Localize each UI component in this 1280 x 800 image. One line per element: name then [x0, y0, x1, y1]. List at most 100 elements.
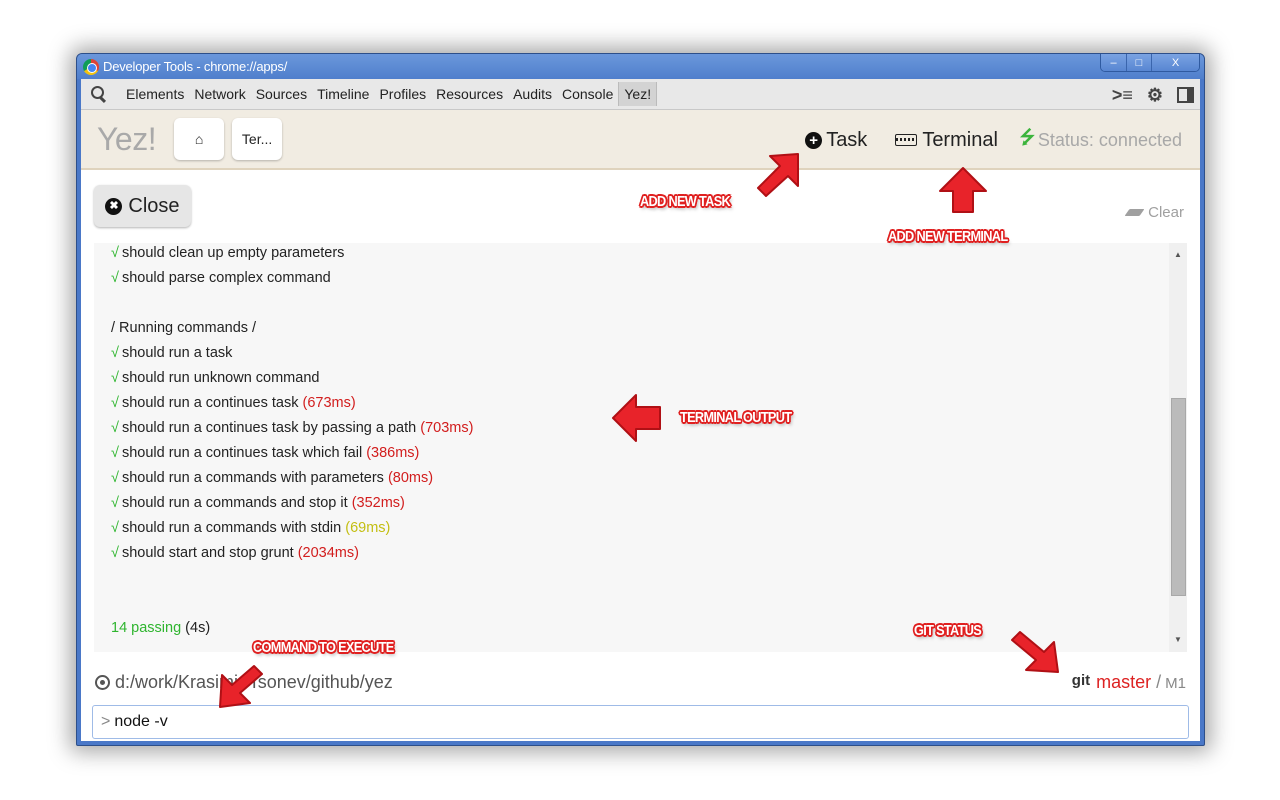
check-icon: √ — [111, 545, 119, 561]
check-icon: √ — [111, 495, 119, 511]
command-arrow-icon — [219, 665, 263, 708]
clear-label: Clear — [1148, 204, 1184, 221]
test-name: should run a commands with stdin — [121, 520, 342, 536]
add-task-arrow-icon — [757, 153, 799, 197]
test-name: should run a continues task by passing a… — [121, 420, 417, 436]
test-pass-line: √ should run a task — [111, 341, 1157, 366]
maximize-button[interactable]: □ — [1126, 54, 1151, 71]
scrollbar-thumb[interactable] — [1171, 398, 1186, 596]
test-name: should run a continues task which fail — [121, 445, 363, 461]
test-name: should parse complex command — [121, 270, 331, 286]
add-task-button[interactable]: + Task — [805, 129, 867, 152]
tab-resources[interactable]: Resources — [431, 82, 508, 106]
annotation-add-new-task: ADD NEW TASK — [640, 193, 731, 210]
git-status-arrow-icon — [1011, 631, 1059, 673]
check-icon: √ — [111, 245, 119, 261]
add-task-label: Task — [826, 128, 868, 151]
minimize-button[interactable]: – — [1101, 54, 1126, 71]
terminal-output-arrow-icon — [612, 394, 661, 442]
test-duration: (673ms) — [302, 395, 356, 411]
minimize-icon: – — [1110, 56, 1117, 69]
console-drawer-icon[interactable]: >≡ — [1112, 86, 1133, 104]
tab-console[interactable]: Console — [557, 82, 618, 106]
total-time: (4s) — [185, 620, 211, 636]
dock-icon[interactable] — [1177, 86, 1194, 103]
keyboard-icon — [895, 134, 918, 146]
gear-icon[interactable]: ⚙ — [1147, 86, 1163, 104]
test-pass-line: √ should run a continues task which fail … — [111, 441, 1157, 466]
test-name: should start and stop grunt — [121, 545, 294, 561]
tab-elements[interactable]: Elements — [121, 82, 189, 106]
title-bar[interactable]: Developer Tools - chrome://apps/ – □ X — [77, 54, 1204, 79]
connection-status: ⭍ Status: connected — [1020, 125, 1182, 155]
breadcrumb-terminal[interactable]: Ter... — [232, 118, 283, 160]
close-terminal-button[interactable]: ✖ Close — [94, 185, 191, 227]
add-terminal-label: Terminal — [922, 128, 998, 151]
clear-button[interactable]: Clear — [1124, 204, 1184, 221]
check-icon: √ — [111, 445, 119, 461]
git-separator: / — [1156, 672, 1162, 692]
search-icon[interactable] — [89, 84, 113, 104]
close-circle-icon: ✖ — [105, 197, 123, 215]
home-icon: ⌂ — [194, 131, 204, 147]
chrome-logo-icon — [83, 58, 99, 75]
tab-timeline[interactable]: Timeline — [312, 82, 374, 106]
git-label: git — [1071, 672, 1091, 689]
header-actions: + Task Terminal ⭍ Status: connected — [777, 110, 1182, 170]
test-pass-line: √ should run a commands with stdin (69ms) — [111, 516, 1157, 541]
annotation-add-new-terminal: ADD NEW TERMINAL — [888, 228, 1008, 245]
close-window-button[interactable]: X — [1151, 54, 1199, 71]
maximize-icon: □ — [1135, 56, 1143, 69]
test-name: should run a commands and stop it — [121, 495, 348, 511]
test-name: should run a continues task — [121, 395, 299, 411]
bolt-icon: ⭍ — [1019, 127, 1035, 147]
test-pass-line: √ should run a commands and stop it (352m… — [111, 491, 1157, 516]
terminal-scrollbar[interactable]: ▲ ▼ — [1169, 243, 1187, 652]
test-name: should run a commands with parameters — [121, 470, 384, 486]
scroll-down-arrow-icon[interactable]: ▼ — [1169, 631, 1187, 649]
check-icon: √ — [111, 395, 119, 411]
test-duration: (80ms) — [387, 470, 434, 486]
prompt-icon: > — [101, 713, 111, 730]
passing-count: 14 passing — [111, 620, 182, 636]
test-pass-line: √ should run a commands with parameters (… — [111, 466, 1157, 491]
add-terminal-button[interactable]: Terminal — [895, 129, 998, 152]
close-icon: X — [1171, 56, 1180, 69]
breadcrumb-terminal-label: Ter... — [241, 131, 273, 147]
git-branch: master — [1096, 672, 1152, 692]
git-modified-count: M1 — [1165, 675, 1186, 692]
test-name: should run a task — [121, 345, 233, 361]
check-icon: √ — [111, 270, 119, 286]
tab-yez[interactable]: Yez! — [618, 82, 658, 106]
check-icon: √ — [111, 370, 119, 386]
check-icon: √ — [111, 345, 119, 361]
tab-audits[interactable]: Audits — [508, 82, 557, 106]
command-input[interactable] — [114, 713, 1147, 731]
status-label: Status: connected — [1037, 129, 1182, 150]
test-duration: (2034ms) — [297, 545, 359, 561]
tab-profiles[interactable]: Profiles — [374, 82, 431, 106]
app-logo: Yez! — [97, 120, 157, 157]
close-label: Close — [128, 194, 180, 217]
suite-heading-line: / Running commands / — [111, 320, 257, 336]
check-icon: √ — [111, 520, 119, 536]
eraser-icon — [1124, 209, 1145, 216]
test-name: should run unknown command — [121, 370, 320, 386]
test-pass-line: √ should run unknown command — [111, 366, 1157, 391]
test-duration: (386ms) — [366, 445, 420, 461]
check-icon: √ — [111, 420, 119, 436]
plus-circle-icon: + — [805, 131, 823, 149]
window-controls: – □ X — [1100, 54, 1200, 72]
tab-sources[interactable]: Sources — [251, 82, 312, 106]
summary-line: 14 passing (4s) — [111, 616, 1157, 641]
window-title: Developer Tools - chrome://apps/ — [103, 59, 288, 74]
test-pass-line: √ should start and stop grunt (2034ms) — [111, 541, 1157, 566]
breadcrumb-home[interactable]: ⌂ — [174, 118, 225, 160]
scroll-up-arrow-icon[interactable]: ▲ — [1169, 246, 1187, 264]
tab-network[interactable]: Network — [189, 82, 250, 106]
git-status: git master / M1 — [1072, 672, 1186, 693]
annotation-command-to-execute: COMMAND TO EXECUTE — [253, 639, 394, 656]
devtools-toolbar-right: >≡ ⚙ — [1112, 79, 1194, 110]
